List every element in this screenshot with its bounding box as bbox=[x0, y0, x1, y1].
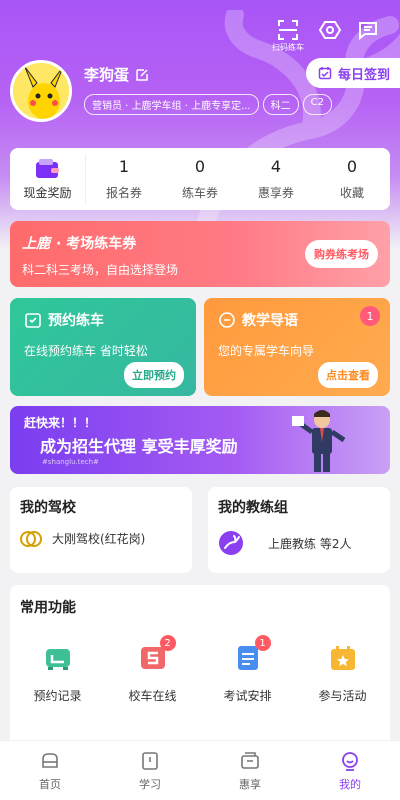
stat-signup-coupon[interactable]: 1 报名券 bbox=[86, 157, 162, 201]
book-now-button[interactable]: 立即预约 bbox=[124, 362, 184, 388]
tab-study[interactable]: 学习 bbox=[100, 741, 200, 800]
tab-home[interactable]: 首页 bbox=[0, 741, 100, 800]
agent-recruit-banner[interactable]: 赶快来！！！ 成为招生代理 享受丰厚奖励 #shanglu.tech# bbox=[10, 406, 390, 474]
subject-tag: 科二 bbox=[262, 94, 299, 115]
stat-practice-coupon[interactable]: 0 练车券 bbox=[162, 157, 238, 201]
booking-desc: 在线预约练车 省时轻松 bbox=[24, 344, 148, 358]
guide-title: 教学导语 bbox=[242, 313, 298, 329]
deer-logo-icon bbox=[219, 531, 243, 555]
calendar-icon bbox=[318, 67, 332, 80]
agent-banner-line1: 赶快来！！！ bbox=[24, 416, 97, 430]
cash-reward[interactable]: 现金奖励 bbox=[10, 154, 86, 204]
role-tag: 营销员 · 上鹿学车组 · 上鹿专享定... bbox=[84, 94, 259, 115]
tab-label: 首页 bbox=[39, 777, 61, 791]
stat-value: 0 bbox=[346, 157, 358, 176]
user-smile-icon bbox=[342, 751, 358, 771]
coach-name: 上鹿教练 等2人 bbox=[268, 536, 352, 551]
cash-label: 现金奖励 bbox=[23, 185, 72, 200]
stat-label: 收藏 bbox=[339, 186, 364, 200]
school-row: 大刚驾校(红花岗) bbox=[20, 530, 145, 547]
function-label: 参与活动 bbox=[318, 689, 367, 703]
edit-icon[interactable] bbox=[135, 68, 149, 82]
function-activities[interactable]: 参与活动 bbox=[295, 643, 390, 704]
scan-icon bbox=[278, 20, 298, 40]
notification-badge: 2 bbox=[159, 635, 176, 651]
scan-label: 扫码练车 bbox=[272, 43, 304, 52]
notification-badge: 1 bbox=[254, 635, 271, 651]
calendar-check-icon bbox=[25, 313, 41, 328]
function-grid: 预约记录 2 校车在线 1 考试安排 参与活动 bbox=[10, 635, 390, 704]
daily-checkin-button[interactable]: 每日签到 bbox=[305, 58, 400, 88]
event-calendar-icon bbox=[330, 646, 355, 670]
brand-logo: 上鹿 bbox=[22, 236, 50, 252]
username: 李狗蛋 bbox=[84, 66, 130, 84]
function-shuttle-online[interactable]: 2 校车在线 bbox=[105, 635, 200, 704]
car-icon bbox=[45, 649, 70, 670]
coupon-icon bbox=[241, 751, 259, 769]
stat-favorites[interactable]: 0 收藏 bbox=[314, 157, 390, 201]
home-car-icon bbox=[42, 752, 58, 768]
username-row: 李狗蛋 bbox=[84, 64, 149, 85]
tab-mine[interactable]: 我的 bbox=[300, 741, 400, 800]
bottom-tab-bar: 首页 学习 惠享 我的 bbox=[0, 740, 400, 800]
buy-coupon-button[interactable]: 购券练考场 bbox=[305, 240, 378, 268]
common-title: 常用功能 bbox=[20, 600, 76, 616]
my-school-card[interactable]: 我的驾校 大刚驾校(红花岗) bbox=[10, 487, 192, 573]
guide-desc: 您的专属学车向导 bbox=[218, 344, 315, 358]
businessman-illustration-icon bbox=[292, 410, 346, 472]
settings-button[interactable] bbox=[318, 18, 342, 42]
exam-practice-banner[interactable]: 上鹿 · 考场练车券 科二科三考场，自由选择登场 购券练考场 bbox=[10, 221, 390, 287]
stat-benefit-coupon[interactable]: 4 惠享券 bbox=[238, 157, 314, 201]
avatar[interactable] bbox=[10, 60, 72, 122]
profile-header: 扫码练车 李狗蛋 营销员 · 上鹿学车组 · 上鹿专享定... 科二 C2 每日… bbox=[0, 0, 400, 250]
school-title: 我的驾校 bbox=[20, 500, 76, 516]
guide-card[interactable]: 教学导语 1 您的专属学车向导 点击查看 bbox=[204, 298, 390, 396]
stat-value: 0 bbox=[194, 157, 206, 176]
coach-title: 我的教练组 bbox=[218, 500, 288, 516]
exam-banner-title: 上鹿 · 考场练车券 bbox=[22, 233, 136, 253]
exam-banner-heading: · 考场练车券 bbox=[56, 236, 137, 252]
license-tag: C2 bbox=[302, 94, 332, 115]
gear-icon bbox=[318, 21, 342, 39]
coach-row: 上鹿教练 等2人 bbox=[218, 530, 351, 556]
booking-title-row: 预约练车 bbox=[24, 310, 104, 330]
message-icon bbox=[359, 22, 377, 41]
tab-benefits[interactable]: 惠享 bbox=[200, 741, 300, 800]
stat-label: 惠享券 bbox=[257, 186, 294, 200]
guide-title-row: 教学导语 bbox=[218, 310, 298, 330]
user-tags: 营销员 · 上鹿学车组 · 上鹿专享定... 科二 C2 bbox=[84, 94, 332, 115]
my-coach-card[interactable]: 我的教练组 上鹿教练 等2人 bbox=[208, 487, 390, 573]
function-booking-records[interactable]: 预约记录 bbox=[10, 643, 105, 704]
chat-bubble-icon bbox=[219, 312, 235, 328]
stat-label: 练车券 bbox=[181, 186, 218, 200]
message-button[interactable] bbox=[356, 18, 380, 42]
tab-label: 我的 bbox=[339, 777, 361, 791]
school-logo-icon bbox=[20, 530, 42, 547]
tab-label: 学习 bbox=[139, 777, 161, 791]
stat-value: 4 bbox=[270, 157, 282, 176]
common-functions-card: 常用功能 预约记录 2 校车在线 1 考试安排 参与活动 bbox=[10, 585, 390, 755]
tab-label: 惠享 bbox=[239, 777, 261, 791]
function-label: 考试安排 bbox=[223, 689, 272, 703]
book-icon bbox=[142, 751, 158, 770]
function-label: 校车在线 bbox=[128, 689, 177, 703]
booking-title: 预约练车 bbox=[48, 313, 104, 329]
function-exam-schedule[interactable]: 1 考试安排 bbox=[200, 635, 295, 704]
avatar-image bbox=[13, 63, 69, 119]
booking-card[interactable]: 预约练车 在线预约练车 省时轻松 立即预约 bbox=[10, 298, 196, 396]
stat-value: 1 bbox=[118, 157, 130, 176]
guide-badge: 1 bbox=[360, 306, 380, 326]
agent-banner-watermark: #shanglu.tech# bbox=[42, 458, 99, 466]
stat-label: 报名券 bbox=[105, 186, 142, 200]
checkin-label: 每日签到 bbox=[337, 67, 390, 83]
view-guide-button[interactable]: 点击查看 bbox=[318, 362, 378, 388]
exam-banner-subtitle: 科二科三考场，自由选择登场 bbox=[22, 263, 179, 277]
scan-button[interactable]: 扫码练车 bbox=[272, 18, 304, 53]
school-name: 大刚驾校(红花岗) bbox=[52, 532, 146, 546]
stats-card: 现金奖励 1 报名券 0 练车券 4 惠享券 0 收藏 bbox=[10, 148, 390, 210]
function-label: 预约记录 bbox=[33, 689, 82, 703]
wallet-icon bbox=[35, 158, 59, 178]
agent-banner-headline: 成为招生代理 享受丰厚奖励 bbox=[40, 437, 238, 456]
